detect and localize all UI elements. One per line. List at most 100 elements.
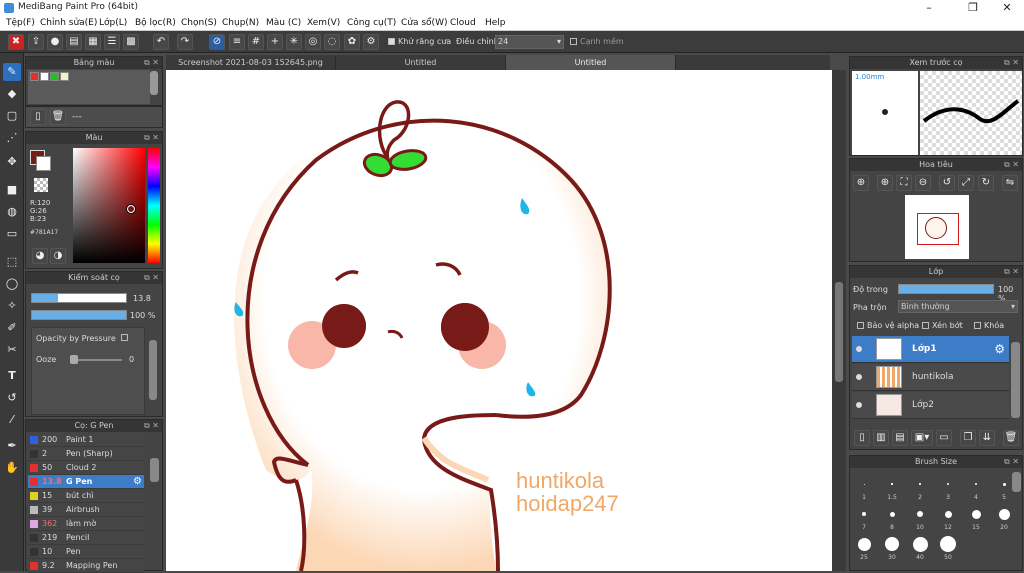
list-icon[interactable]: ☰	[104, 34, 120, 50]
canvas-vertical-scrollbar[interactable]	[832, 70, 846, 571]
select-pen-icon[interactable]: ✐	[3, 319, 21, 337]
magic-wand-icon[interactable]: ✧	[3, 297, 21, 315]
undo-icon[interactable]: ↶	[153, 34, 169, 50]
page-icon[interactable]: ▦	[85, 34, 101, 50]
brush-size-option[interactable]: 4	[964, 474, 988, 504]
adjust-select[interactable]: 24 ▾	[495, 35, 564, 49]
zoom-in-icon[interactable]: ⊕	[853, 175, 869, 191]
layer-opacity-slider[interactable]	[898, 284, 994, 294]
delete-palette-icon[interactable]: 🗑	[50, 109, 66, 125]
palette-scrollbar[interactable]	[150, 71, 158, 95]
menu-layer[interactable]: Lớp(L)	[99, 18, 127, 28]
brush-list-item[interactable]: 200 Paint 1	[28, 433, 144, 447]
brush-size-option[interactable]: 2	[908, 474, 932, 504]
gradient-tool-icon[interactable]: ▭	[3, 225, 21, 243]
new-layer-icon[interactable]: ▯	[854, 430, 870, 446]
snap-grid-icon[interactable]: #	[248, 34, 264, 50]
duplicate-layer-icon[interactable]: ❐	[960, 430, 976, 446]
brush-list-scrollbar[interactable]	[150, 458, 159, 482]
canvas-scroll-thumb[interactable]	[835, 282, 843, 382]
operation-tool-icon[interactable]: ↺	[3, 389, 21, 407]
brush-size-option[interactable]: 50	[936, 534, 960, 564]
new-palette-icon[interactable]: ▯	[30, 109, 46, 125]
tab-untitled-1[interactable]: Untitled	[336, 55, 506, 70]
brush-list-item[interactable]: 13.8 G Pen ⚙	[28, 475, 144, 489]
hand-tool-icon[interactable]: ✋	[3, 459, 21, 477]
panel-close-icon[interactable]: ⧉ ✕	[144, 57, 159, 69]
select-tool-icon[interactable]: ⬚	[3, 253, 21, 271]
layer-visibility-icon[interactable]	[856, 402, 862, 408]
maximize-icon[interactable]: ❐	[958, 0, 988, 16]
blend-select[interactable]: Bình thường ▾	[898, 300, 1018, 313]
transparent-color[interactable]	[34, 178, 48, 192]
brush-size-option[interactable]: 1	[852, 474, 876, 504]
bucket-tool-icon[interactable]: ◍	[3, 203, 21, 221]
brush-list-item[interactable]: 219 Pencil	[28, 531, 144, 545]
menu-edit[interactable]: Chỉnh sửa(E)	[40, 18, 97, 28]
grid-icon[interactable]: ▩	[123, 34, 139, 50]
move-tool-icon[interactable]: ✥	[3, 153, 21, 171]
layer-row-huntikola[interactable]: huntikola	[852, 364, 1009, 391]
palette-swatch-cream[interactable]	[60, 72, 69, 81]
brush-size-option[interactable]: 20	[992, 504, 1016, 534]
zoom-out-icon[interactable]: ⊖	[915, 175, 931, 191]
color-sv-picker[interactable]	[73, 148, 145, 263]
layer-settings-icon[interactable]: ⚙	[994, 342, 1005, 356]
brush-size-option[interactable]: 10	[908, 504, 932, 534]
panel-close-icon[interactable]: ⧉ ✕	[144, 420, 159, 432]
color-wheel-icon[interactable]: ◕	[32, 248, 48, 264]
lasso-tool-icon[interactable]: ◯	[3, 275, 21, 293]
delete-layer-icon[interactable]: 🗑	[1003, 430, 1019, 446]
color-swap-icon[interactable]: ◑	[50, 248, 66, 264]
menu-tools[interactable]: Công cụ(T)	[347, 18, 396, 28]
brush-size-option[interactable]: 30	[880, 534, 904, 564]
new-halftone-layer-icon[interactable]: ▥	[873, 430, 889, 446]
minimize-icon[interactable]: –	[914, 0, 944, 16]
clip-checkbox[interactable]: Xén bớt	[922, 321, 963, 330]
close-canvas-icon[interactable]: ✖	[8, 34, 24, 50]
brush-settings-icon[interactable]: ⚙	[133, 476, 142, 487]
tab-untitled-2[interactable]: Untitled	[506, 55, 676, 70]
hue-slider[interactable]	[148, 148, 160, 263]
palette-swatch-red[interactable]	[30, 72, 39, 81]
layers-scrollbar[interactable]	[1011, 342, 1020, 418]
snap-off-icon[interactable]: ⊘	[209, 34, 225, 50]
brush-size-slider[interactable]	[31, 293, 127, 303]
brush-list-item[interactable]: 2 Pen (Sharp)	[28, 447, 144, 461]
redo-icon[interactable]: ↷	[177, 34, 193, 50]
snap-circle-icon[interactable]: ◎	[305, 34, 321, 50]
folder-icon[interactable]: ▭	[936, 430, 952, 446]
rotate-left-icon[interactable]: ↺	[939, 175, 955, 191]
brush-opacity-slider[interactable]	[31, 310, 127, 320]
rect-tool-icon[interactable]: ▢	[3, 107, 21, 125]
panel-close-icon[interactable]: ⧉ ✕	[1004, 456, 1019, 468]
flip-icon[interactable]: ⇋	[1002, 175, 1018, 191]
menu-file[interactable]: Tệp(F)	[6, 18, 35, 28]
brush-list-item[interactable]: 362 làm mờ	[28, 517, 144, 531]
brush-list-item[interactable]: 39 Airbrush	[28, 503, 144, 517]
panel-close-icon[interactable]: ⧉ ✕	[1004, 57, 1019, 69]
menu-color[interactable]: Màu (C)	[266, 18, 301, 28]
fullscreen-icon[interactable]: ⤢	[958, 175, 974, 191]
upload-icon[interactable]: ⇪	[28, 34, 44, 50]
menu-capture[interactable]: Chụp(N)	[222, 18, 259, 28]
rotate-right-icon[interactable]: ↻	[978, 175, 994, 191]
brush-size-option[interactable]: 1.5	[880, 474, 904, 504]
palette-swatch-green[interactable]	[50, 72, 59, 81]
background-color[interactable]	[36, 156, 51, 171]
brush-list-item[interactable]: 10 Pen	[28, 545, 144, 559]
menu-select[interactable]: Chọn(S)	[181, 18, 217, 28]
menu-cloud[interactable]: Cloud	[450, 18, 476, 28]
snap-cross-icon[interactable]: +	[267, 34, 283, 50]
lock-checkbox[interactable]: Khóa	[974, 321, 1004, 330]
add-layer-menu-icon[interactable]: ▣▾	[911, 430, 933, 446]
tab-screenshot[interactable]: Screenshot 2021-08-03 152645.png	[166, 55, 336, 70]
panel-close-icon[interactable]: ⧉ ✕	[1004, 159, 1019, 171]
close-icon[interactable]: ✕	[992, 0, 1022, 16]
brush-options-scrollbar[interactable]	[149, 340, 157, 400]
palette-swatch-white[interactable]	[40, 72, 49, 81]
fit-icon[interactable]: ⛶	[896, 175, 912, 191]
menu-view[interactable]: Xem(V)	[307, 18, 340, 28]
antialias-checkbox[interactable]: Khử răng cưa	[388, 37, 451, 46]
menu-filter[interactable]: Bộ lọc(R)	[135, 18, 176, 28]
